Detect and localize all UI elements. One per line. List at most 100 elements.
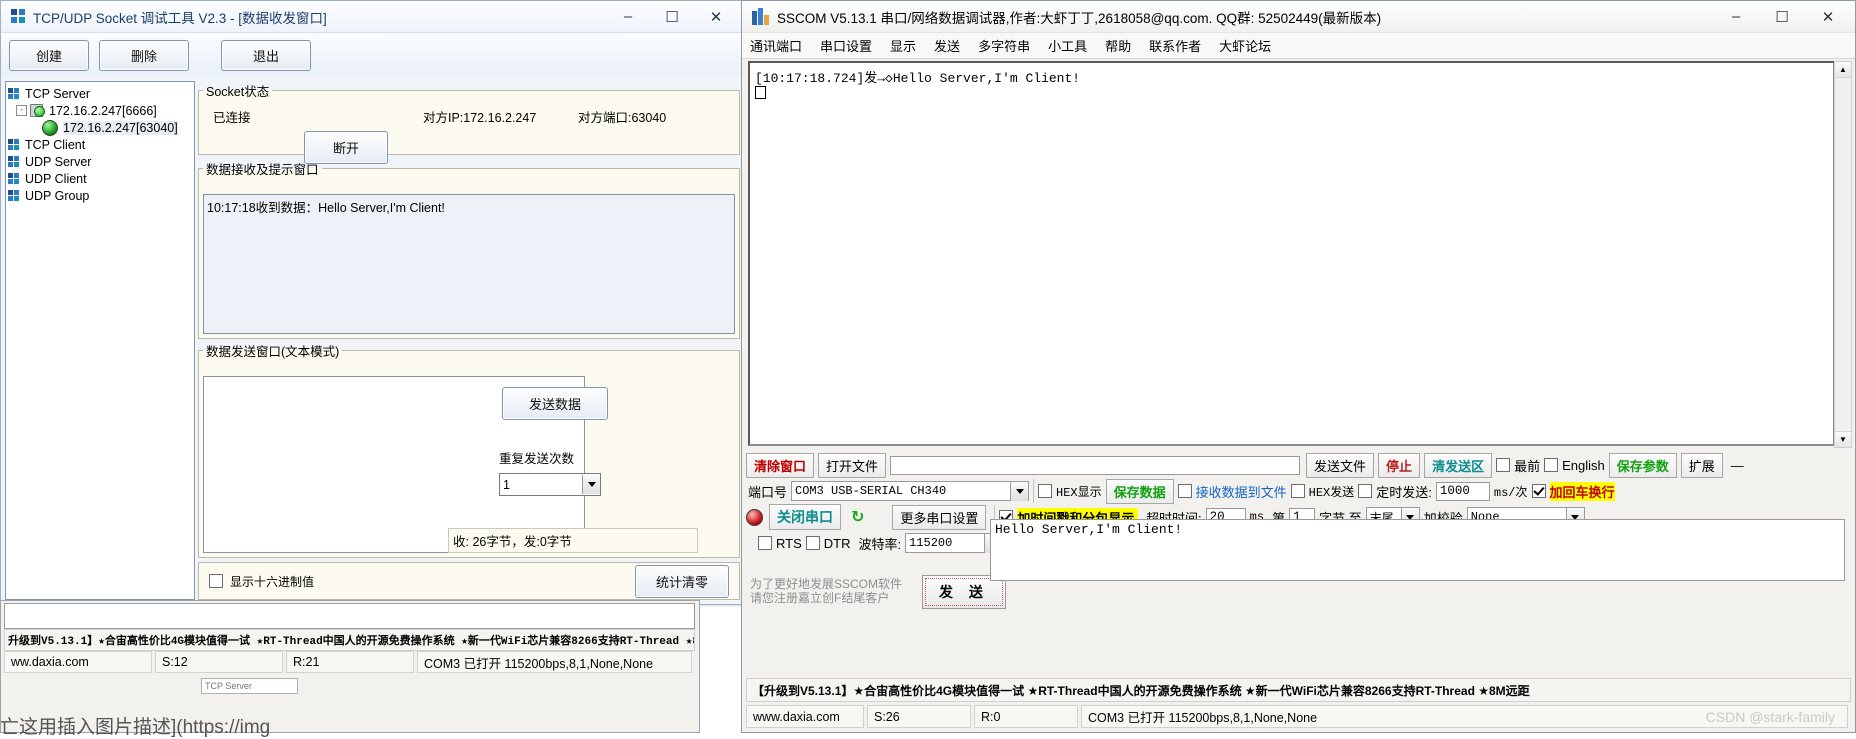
tree-item-label: UDP Server bbox=[25, 154, 92, 169]
terminal-cursor bbox=[755, 86, 766, 99]
crlf-checkbox[interactable] bbox=[1531, 484, 1546, 498]
baud-value: 115200 bbox=[909, 536, 953, 550]
repeat-count-select[interactable]: 1 bbox=[499, 473, 601, 496]
english-checkbox[interactable] bbox=[1544, 458, 1559, 472]
peer-ip-label: 对方IP:172.16.2.247 bbox=[423, 111, 537, 125]
register-note-line1: 为了更好地发展SSCOM软件 bbox=[750, 577, 903, 591]
tiles-icon bbox=[8, 189, 20, 202]
received-count: R:0 bbox=[974, 705, 1078, 728]
scroll-down-icon[interactable]: ▼ bbox=[1835, 431, 1851, 447]
stop-button[interactable]: 停止 bbox=[1378, 452, 1421, 478]
tiles-icon bbox=[8, 155, 20, 168]
page-tail-text: 亡这用插入图片描述](https://img bbox=[0, 717, 271, 738]
register-note-line2: 请您注册嘉立创F结尾客户 bbox=[750, 591, 890, 605]
menu-item-help[interactable]: 帮助 bbox=[1105, 36, 1131, 55]
tiles-icon bbox=[8, 87, 20, 100]
send-legend: 数据发送窗口(文本模式) bbox=[206, 345, 340, 359]
create-button[interactable]: 创建 bbox=[9, 39, 89, 71]
terminal-scrollbar[interactable]: ▲ ▼ bbox=[1834, 61, 1852, 448]
maximize-button[interactable]: ☐ bbox=[650, 2, 694, 32]
timed-send-interval-input[interactable]: 1000 bbox=[1435, 481, 1490, 501]
save-data-button[interactable]: 保存数据 bbox=[1105, 478, 1174, 504]
close-button[interactable]: ✕ bbox=[694, 2, 738, 32]
chevron-down-icon[interactable] bbox=[582, 475, 600, 494]
timed-send-unit-label: ms/次 bbox=[1493, 485, 1528, 500]
port-label: 端口号 bbox=[748, 484, 788, 500]
topmost-label: 最前 bbox=[1514, 458, 1541, 474]
timed-send-checkbox[interactable] bbox=[1358, 484, 1373, 498]
port-state-icon bbox=[746, 508, 763, 526]
menu-item-multi-string[interactable]: 多字符串 bbox=[978, 36, 1030, 55]
send-input-box[interactable]: Hello Server,I'm Client! bbox=[990, 519, 1845, 581]
clear-window-button[interactable]: 清除窗口 bbox=[746, 452, 815, 478]
tree-item-udp-server[interactable]: UDP Server bbox=[8, 153, 192, 170]
menu-item-comm-port[interactable]: 通讯端口 bbox=[750, 36, 802, 55]
save-params-button[interactable]: 保存参数 bbox=[1608, 452, 1677, 478]
exit-button[interactable]: 退出 bbox=[221, 39, 311, 71]
scroll-up-icon[interactable]: ▲ bbox=[1835, 62, 1851, 78]
tree-item-udp-group[interactable]: UDP Group bbox=[8, 187, 192, 204]
recv-to-file-checkbox[interactable] bbox=[1177, 484, 1192, 498]
crlf-label: 加回车换行 bbox=[1549, 481, 1615, 501]
menu-item-contact-author[interactable]: 联系作者 bbox=[1149, 36, 1201, 55]
tree-item-label: UDP Client bbox=[25, 171, 87, 186]
repeat-count-value: 1 bbox=[503, 477, 510, 492]
menu-item-tools[interactable]: 小工具 bbox=[1048, 36, 1087, 55]
menu-item-display[interactable]: 显示 bbox=[890, 36, 916, 55]
dtr-checkbox[interactable] bbox=[805, 536, 820, 550]
tree-item-tcp-server[interactable]: TCP Server bbox=[8, 85, 192, 102]
tree-item-tcp-client[interactable]: TCP Client bbox=[8, 136, 192, 153]
open-file-button[interactable]: 打开文件 bbox=[818, 452, 887, 478]
background-terminal-sliver bbox=[4, 603, 695, 629]
collapse-icon[interactable]: — bbox=[1731, 458, 1744, 473]
file-path-input[interactable] bbox=[890, 455, 1301, 475]
menu-item-send[interactable]: 发送 bbox=[934, 36, 960, 55]
connection-state: 已连接 bbox=[213, 111, 251, 125]
collapse-icon[interactable]: - bbox=[16, 105, 27, 116]
hex-display-checkbox[interactable] bbox=[1038, 484, 1053, 498]
close-button[interactable]: ✕ bbox=[1805, 2, 1851, 32]
sscom-menubar: 通讯端口 串口设置 显示 发送 多字符串 小工具 帮助 联系作者 大虾论坛 bbox=[742, 33, 1855, 59]
background-site-label: ww.daxia.com bbox=[4, 651, 152, 673]
watermark: CSDN @stark-family bbox=[1705, 708, 1835, 725]
maximize-button[interactable]: ☐ bbox=[1759, 2, 1805, 32]
port-select[interactable]: COM3 USB-SERIAL CH340 bbox=[791, 481, 1030, 501]
sent-count: S:26 bbox=[867, 705, 971, 728]
background-received-count: R:21 bbox=[286, 651, 414, 673]
extend-button[interactable]: 扩展 bbox=[1680, 452, 1723, 478]
site-label: www.daxia.com bbox=[746, 705, 864, 728]
socket-tool-title: TCP/UDP Socket 调试工具 V2.3 - [数据收发窗口] bbox=[33, 10, 327, 26]
send-data-button[interactable]: 发送数据 bbox=[502, 387, 608, 420]
byte-count-status: 收: 26字节，发:0字节 bbox=[448, 528, 698, 553]
dtr-label: DTR bbox=[823, 535, 851, 551]
receive-textarea[interactable]: 10:17:18收到数据：Hello Server,I'm Client! bbox=[203, 194, 735, 334]
baud-select[interactable]: 115200 bbox=[905, 533, 1004, 553]
delete-button[interactable]: 删除 bbox=[99, 39, 189, 71]
send-file-button[interactable]: 发送文件 bbox=[1306, 452, 1375, 478]
tiles-icon bbox=[8, 138, 20, 151]
rts-checkbox[interactable] bbox=[758, 536, 772, 550]
topmost-checkbox[interactable] bbox=[1496, 458, 1511, 472]
hex-send-checkbox[interactable] bbox=[1290, 484, 1305, 498]
connection-tree[interactable]: TCP Server - 172.16.2.247[6666] 172.16.2… bbox=[5, 81, 195, 600]
menu-item-serial-settings[interactable]: 串口设置 bbox=[820, 36, 872, 55]
sscom-terminal[interactable]: [10:17:18.724]发→◇Hello Server,I'm Client… bbox=[748, 61, 1835, 446]
minimize-button[interactable]: – bbox=[606, 2, 650, 32]
socket-status-legend: Socket状态 bbox=[206, 85, 270, 99]
refresh-icon[interactable]: ↻ bbox=[851, 507, 864, 527]
hex-display-checkbox[interactable] bbox=[209, 574, 223, 588]
minimize-button[interactable]: – bbox=[1713, 2, 1759, 32]
background-combo-sliver[interactable]: TCP Server bbox=[201, 675, 401, 697]
reset-stats-button[interactable]: 统计清零 bbox=[635, 564, 729, 598]
clear-send-area-button[interactable]: 清发送区 bbox=[1424, 452, 1493, 478]
menu-item-forum[interactable]: 大虾论坛 bbox=[1219, 36, 1271, 55]
sscom-port-row: 端口号 COM3 USB-SERIAL CH340 HEX显示 保存数据 接收数… bbox=[746, 478, 1851, 504]
tree-item-udp-client[interactable]: UDP Client bbox=[8, 170, 192, 187]
chevron-down-icon[interactable] bbox=[1010, 481, 1029, 501]
more-serial-settings-button[interactable]: 更多串口设置 bbox=[892, 504, 987, 530]
sscom-window: SSCOM V5.13.1 串口/网络数据调试器,作者:大虾丁丁,2618058… bbox=[741, 0, 1856, 733]
tree-item-client-session[interactable]: 172.16.2.247[63040] bbox=[8, 119, 192, 136]
close-port-button[interactable]: 关闭串口 bbox=[769, 504, 841, 530]
tree-item-listener[interactable]: - 172.16.2.247[6666] bbox=[8, 102, 192, 119]
port-state-label: COM3 已打开 115200bps,8,1,None,None CSDN @s… bbox=[1081, 705, 1848, 728]
